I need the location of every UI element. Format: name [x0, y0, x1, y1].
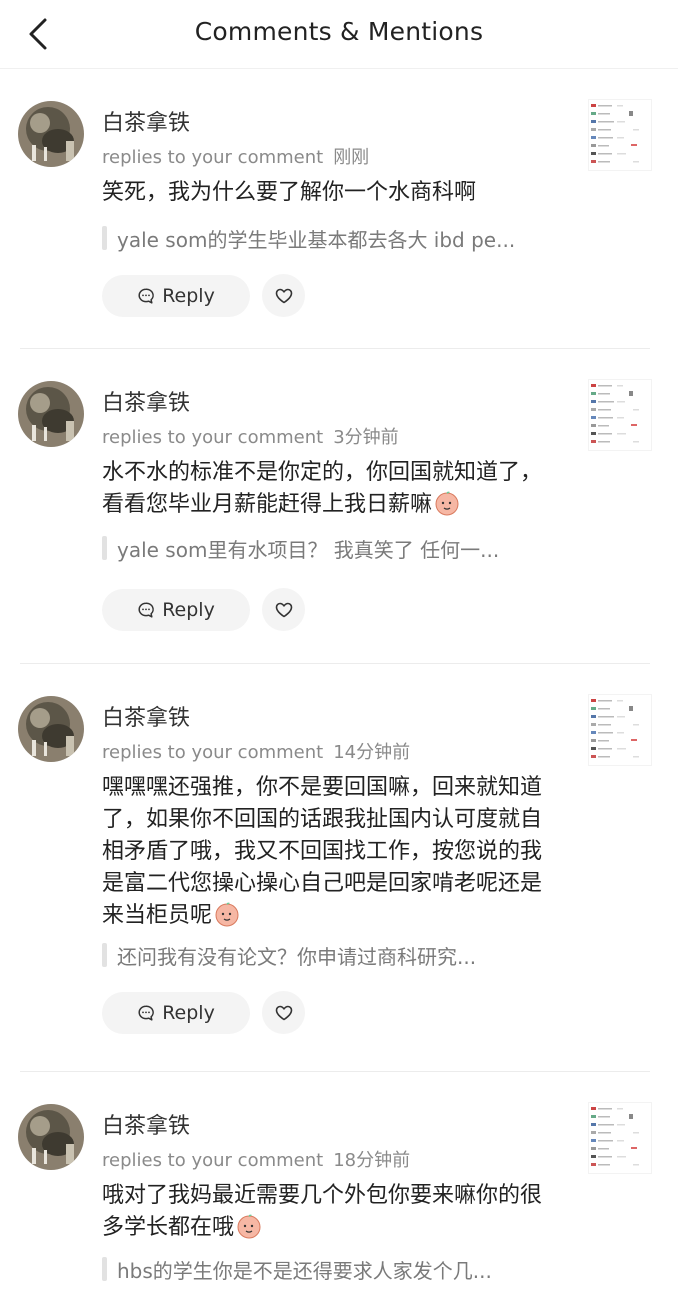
quote-text: yale som的学生毕业基本都去各大 ibd pe... — [117, 227, 516, 252]
comment-item[interactable]: 白茶拿铁 replies to your comment 14分钟前 嘿嘿嘿还强推… — [0, 664, 678, 1072]
comment-text[interactable]: 水不水的标准不是你定的，你回国就知道了，看看您毕业月薪能赶得上我日薪嘛 — [102, 457, 562, 521]
post-thumbnail[interactable] — [588, 694, 652, 766]
quote-bar — [102, 536, 107, 560]
avatar[interactable] — [18, 696, 84, 762]
heart-icon — [275, 288, 292, 303]
timestamp: 18分钟前 — [333, 1150, 411, 1171]
comment-bubble-icon — [138, 602, 155, 618]
username[interactable]: 白茶拿铁 — [102, 105, 190, 137]
action-text: replies to your comment — [102, 1150, 324, 1171]
comment-meta: replies to your comment 3分钟前 — [102, 423, 399, 449]
quote-bar — [102, 1257, 107, 1281]
like-button[interactable] — [262, 588, 305, 631]
post-thumbnail[interactable] — [588, 1102, 652, 1174]
quoted-comment[interactable]: yale som里有水项目？ 我真笑了 任何一... — [102, 532, 558, 564]
quote-bar — [102, 226, 107, 250]
username[interactable]: 白茶拿铁 — [102, 700, 190, 732]
peach-emoji-icon — [435, 491, 459, 516]
timestamp: 14分钟前 — [333, 742, 411, 763]
comment-meta: replies to your comment 刚刚 — [102, 143, 369, 169]
like-button[interactable] — [262, 991, 305, 1034]
username[interactable]: 白茶拿铁 — [102, 385, 190, 417]
reply-button[interactable]: Reply — [102, 275, 250, 317]
username[interactable]: 白茶拿铁 — [102, 1108, 190, 1140]
comment-list: 白茶拿铁 replies to your comment 刚刚 笑死，我为什么要了… — [0, 69, 678, 1302]
comment-item[interactable]: 白茶拿铁 replies to your comment 3分钟前 水不水的标准不… — [0, 349, 678, 664]
reply-label: Reply — [162, 1002, 215, 1024]
comment-item[interactable]: 白茶拿铁 replies to your comment 18分钟前 哦对了我妈最… — [0, 1072, 678, 1302]
comment-meta: replies to your comment 14分钟前 — [102, 738, 410, 764]
action-text: replies to your comment — [102, 427, 324, 448]
peach-emoji-icon — [237, 1214, 261, 1239]
like-button[interactable] — [262, 274, 305, 317]
comment-text-content: 哦对了我妈最近需要几个外包你要来嘛你的很多学长都在哦 — [102, 1183, 543, 1240]
comment-text[interactable]: 哦对了我妈最近需要几个外包你要来嘛你的很多学长都在哦 — [102, 1180, 562, 1244]
reply-button[interactable]: Reply — [102, 589, 250, 631]
timestamp: 刚刚 — [333, 147, 370, 168]
quote-bar — [102, 943, 107, 967]
action-text: replies to your comment — [102, 147, 324, 168]
quoted-comment[interactable]: 还问我有没有论文？你申请过商科研究... — [102, 939, 558, 971]
heart-icon — [275, 1005, 292, 1020]
comment-text-content: 水不水的标准不是你定的，你回国就知道了，看看您毕业月薪能赶得上我日薪嘛 — [102, 460, 543, 517]
quote-text: 还问我有没有论文？你申请过商科研究... — [117, 944, 477, 969]
avatar[interactable] — [18, 101, 84, 167]
reply-label: Reply — [162, 285, 215, 307]
post-thumbnail[interactable] — [588, 379, 652, 451]
reply-label: Reply — [162, 599, 215, 621]
comment-meta: replies to your comment 18分钟前 — [102, 1146, 410, 1172]
quote-text: yale som里有水项目？ 我真笑了 任何一... — [117, 537, 500, 562]
post-thumbnail[interactable] — [588, 99, 652, 171]
comment-bubble-icon — [138, 1005, 155, 1021]
peach-emoji-icon — [215, 902, 239, 927]
avatar[interactable] — [18, 381, 84, 447]
timestamp: 3分钟前 — [333, 427, 399, 448]
reply-button[interactable]: Reply — [102, 992, 250, 1034]
action-text: replies to your comment — [102, 742, 324, 763]
avatar[interactable] — [18, 1104, 84, 1170]
quote-text: hbs的学生你是不是还得要求人家发个几... — [117, 1258, 492, 1283]
heart-icon — [275, 602, 292, 617]
quoted-comment[interactable]: hbs的学生你是不是还得要求人家发个几... — [102, 1253, 558, 1285]
page-title: Comments & Mentions — [194, 17, 484, 46]
header-bar: Comments & Mentions — [0, 0, 678, 69]
quoted-comment[interactable]: yale som的学生毕业基本都去各大 ibd pe... — [102, 222, 558, 254]
comment-text[interactable]: 笑死，我为什么要了解你一个水商科啊 — [102, 177, 562, 209]
comment-item[interactable]: 白茶拿铁 replies to your comment 刚刚 笑死，我为什么要了… — [0, 69, 678, 349]
comment-text-content: 嘿嘿嘿还强推，你不是要回国嘛，回来就知道了，如果你不回国的话跟我扯国内认可度就自… — [102, 775, 543, 928]
comment-bubble-icon — [138, 288, 155, 304]
comment-text[interactable]: 嘿嘿嘿还强推，你不是要回国嘛，回来就知道了，如果你不回国的话跟我扯国内认可度就自… — [102, 772, 562, 932]
